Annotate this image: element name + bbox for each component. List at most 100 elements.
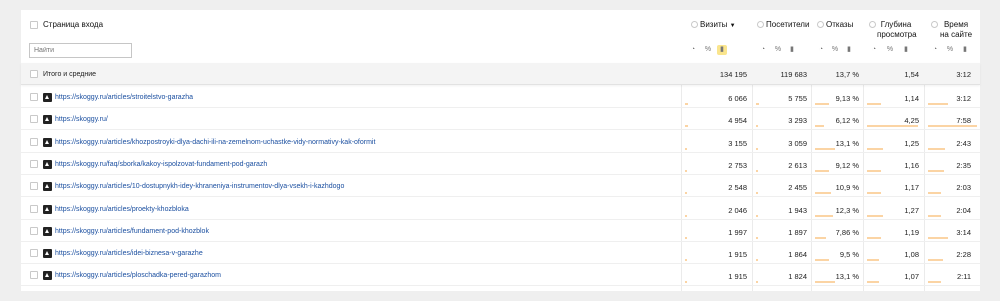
row-checkbox[interactable] — [30, 93, 38, 101]
percent-icon[interactable]: % — [945, 45, 955, 55]
visitors-view-icons: ◔ % ▮ — [758, 45, 808, 55]
cell-bounce: 9,13 % — [835, 94, 859, 103]
landing-page-link[interactable]: https://skoggy.ru/articles/10-dostupnykh… — [55, 182, 344, 191]
cell-bounce: 9,12 % — [835, 160, 859, 170]
bar-chart-icon[interactable]: ▮ — [901, 45, 911, 55]
row-checkbox[interactable] — [30, 204, 38, 213]
totals-visits: 134 195 — [719, 70, 747, 79]
landing-page-link[interactable]: https://skoggy.ru/articles/ploschadka-pe… — [55, 271, 221, 280]
table-row[interactable]: https://skoggy.ru/articles/10-dostupnykh… — [21, 175, 980, 198]
metric-label-visits: Визиты — [700, 20, 728, 29]
bar-visitors — [756, 259, 758, 262]
table-row[interactable]: https://skoggy.ru/articles/proekty-khozb… — [21, 198, 980, 220]
bar-chart-icon[interactable]: ▮ — [960, 45, 970, 55]
metric-title-visits[interactable]: Визиты ▼ — [700, 20, 736, 31]
landing-page-link[interactable]: https://skoggy.ru/articles/proekty-khozb… — [55, 205, 189, 214]
search-input[interactable] — [29, 43, 132, 58]
cell-visitors: 1 897 — [788, 227, 807, 237]
totals-label: Итого и средние — [43, 71, 97, 78]
bar-chart-icon[interactable]: ▮ — [717, 45, 727, 55]
row-checkbox[interactable] — [30, 226, 38, 235]
table-row[interactable]: https://skoggy.ru/articles/fundament-pod… — [21, 220, 980, 242]
site-favicon-icon — [43, 204, 52, 214]
bar-bounce — [815, 125, 824, 128]
landing-page-link[interactable]: https://skoggy.ru/articles/fundament-pod… — [55, 227, 209, 236]
bar-visits — [685, 259, 687, 262]
bar-chart-icon[interactable]: ▮ — [844, 45, 854, 55]
bar-bounce — [815, 259, 829, 262]
metric-radio-visits[interactable] — [691, 21, 698, 28]
bar-visitors — [756, 214, 758, 217]
bar-visits — [685, 125, 688, 128]
bar-time — [928, 214, 941, 217]
cell-visitors: 2 455 — [788, 183, 807, 193]
cell-visits: 4 954 — [728, 116, 747, 126]
row-checkbox[interactable] — [30, 249, 38, 258]
cell-visitors: 5 755 — [788, 94, 807, 103]
bar-depth — [867, 259, 879, 262]
bar-visits — [685, 169, 687, 172]
row-checkbox[interactable] — [30, 159, 38, 168]
cell-visitors: 1 943 — [788, 205, 807, 215]
cell-visitors: 1 864 — [788, 250, 807, 260]
bar-depth — [867, 281, 879, 284]
totals-checkbox[interactable] — [30, 70, 38, 78]
metric-radio-bounce[interactable] — [817, 21, 824, 28]
table-row[interactable]: https://skoggy.ru/articles/khozpostroyki… — [21, 131, 980, 153]
table-row[interactable]: https://skoggy.ru/articles/idei-biznesa-… — [21, 242, 980, 265]
cell-visits: 2 753 — [728, 160, 747, 170]
cell-visitors: 3 059 — [788, 138, 807, 148]
pie-chart-icon[interactable]: ◔ — [869, 45, 879, 55]
landing-page-link[interactable]: https://skoggy.ru/articles/khozpostroyki… — [55, 138, 375, 147]
cell-depth: 1,17 — [904, 183, 919, 193]
pie-chart-icon[interactable]: ◔ — [758, 45, 768, 55]
site-favicon-icon — [43, 137, 52, 147]
metric-label-depth-line2: просмотра — [877, 30, 917, 39]
table-row[interactable]: https://skoggy.ru/faq/sborka/kakoy-ispol… — [21, 153, 980, 175]
cell-visits: 2 046 — [728, 205, 747, 215]
metric-label-depth-line1: Глубина — [880, 20, 912, 29]
cell-bounce: 6,12 % — [835, 116, 859, 126]
cell-bounce: 10,9 % — [835, 183, 859, 193]
site-favicon-icon — [43, 93, 52, 102]
landing-page-link[interactable]: https://skoggy.ru/faq/sborka/kakoy-ispol… — [55, 160, 267, 169]
table-row[interactable]: https://skoggy.ru/4 954 3 293 6,12 % 4,25 7:… — [21, 108, 980, 131]
percent-icon[interactable]: % — [773, 45, 783, 55]
landing-page-link[interactable]: https://skoggy.ru/articles/idei-biznesa-… — [55, 249, 203, 258]
cell-bounce: 13,1 % — [835, 138, 859, 148]
totals-row: Итого и средние 134 195 119 683 13,7 % 1… — [21, 63, 980, 85]
cell-bounce: 12,3 % — [835, 205, 859, 215]
percent-icon[interactable]: % — [885, 45, 895, 55]
metric-title-time[interactable]: Время на сайте — [935, 20, 977, 40]
table-row[interactable]: https://skoggy.ru/articles/stroitelstvo-… — [21, 86, 980, 108]
bar-time — [928, 147, 946, 150]
row-checkbox[interactable] — [30, 115, 38, 124]
row-checkbox[interactable] — [30, 271, 38, 280]
percent-icon[interactable]: % — [703, 45, 713, 55]
metric-radio-visitors[interactable] — [757, 21, 764, 28]
select-all-checkbox[interactable] — [30, 21, 38, 29]
landing-page-link[interactable]: https://skoggy.ru/ — [55, 115, 108, 124]
row-checkbox[interactable] — [30, 137, 38, 146]
metric-label-visitors[interactable]: Посетители — [766, 20, 809, 30]
cell-visits: 1 997 — [728, 227, 747, 237]
cell-depth: 4,25 — [904, 116, 919, 126]
cell-time: 2:04 — [956, 205, 971, 215]
percent-icon[interactable]: % — [830, 45, 840, 55]
cell-time: 2:11 — [956, 272, 971, 282]
pie-chart-icon[interactable]: ◔ — [688, 45, 698, 55]
landing-page-link[interactable]: https://skoggy.ru/articles/stroitelstvo-… — [55, 93, 193, 102]
metric-radio-depth[interactable] — [869, 21, 876, 28]
pie-chart-icon[interactable]: ◔ — [816, 45, 826, 55]
pie-chart-icon[interactable]: ◔ — [930, 45, 940, 55]
row-checkbox[interactable] — [30, 182, 38, 191]
metric-label-time-line2: на сайте — [939, 30, 973, 39]
metric-title-depth[interactable]: Глубина просмотра — [877, 20, 917, 40]
metric-label-bounce[interactable]: Отказы — [826, 20, 853, 30]
totals-bounce: 13,7 % — [835, 70, 859, 79]
table-row[interactable]: https://skoggy.ru/articles/ploschadka-pe… — [21, 264, 980, 287]
bar-chart-icon[interactable]: ▮ — [787, 45, 797, 55]
sort-desc-icon[interactable]: ▼ — [730, 23, 736, 29]
cell-depth: 1,16 — [904, 160, 919, 170]
metric-label-time-line1: Время — [943, 20, 969, 29]
